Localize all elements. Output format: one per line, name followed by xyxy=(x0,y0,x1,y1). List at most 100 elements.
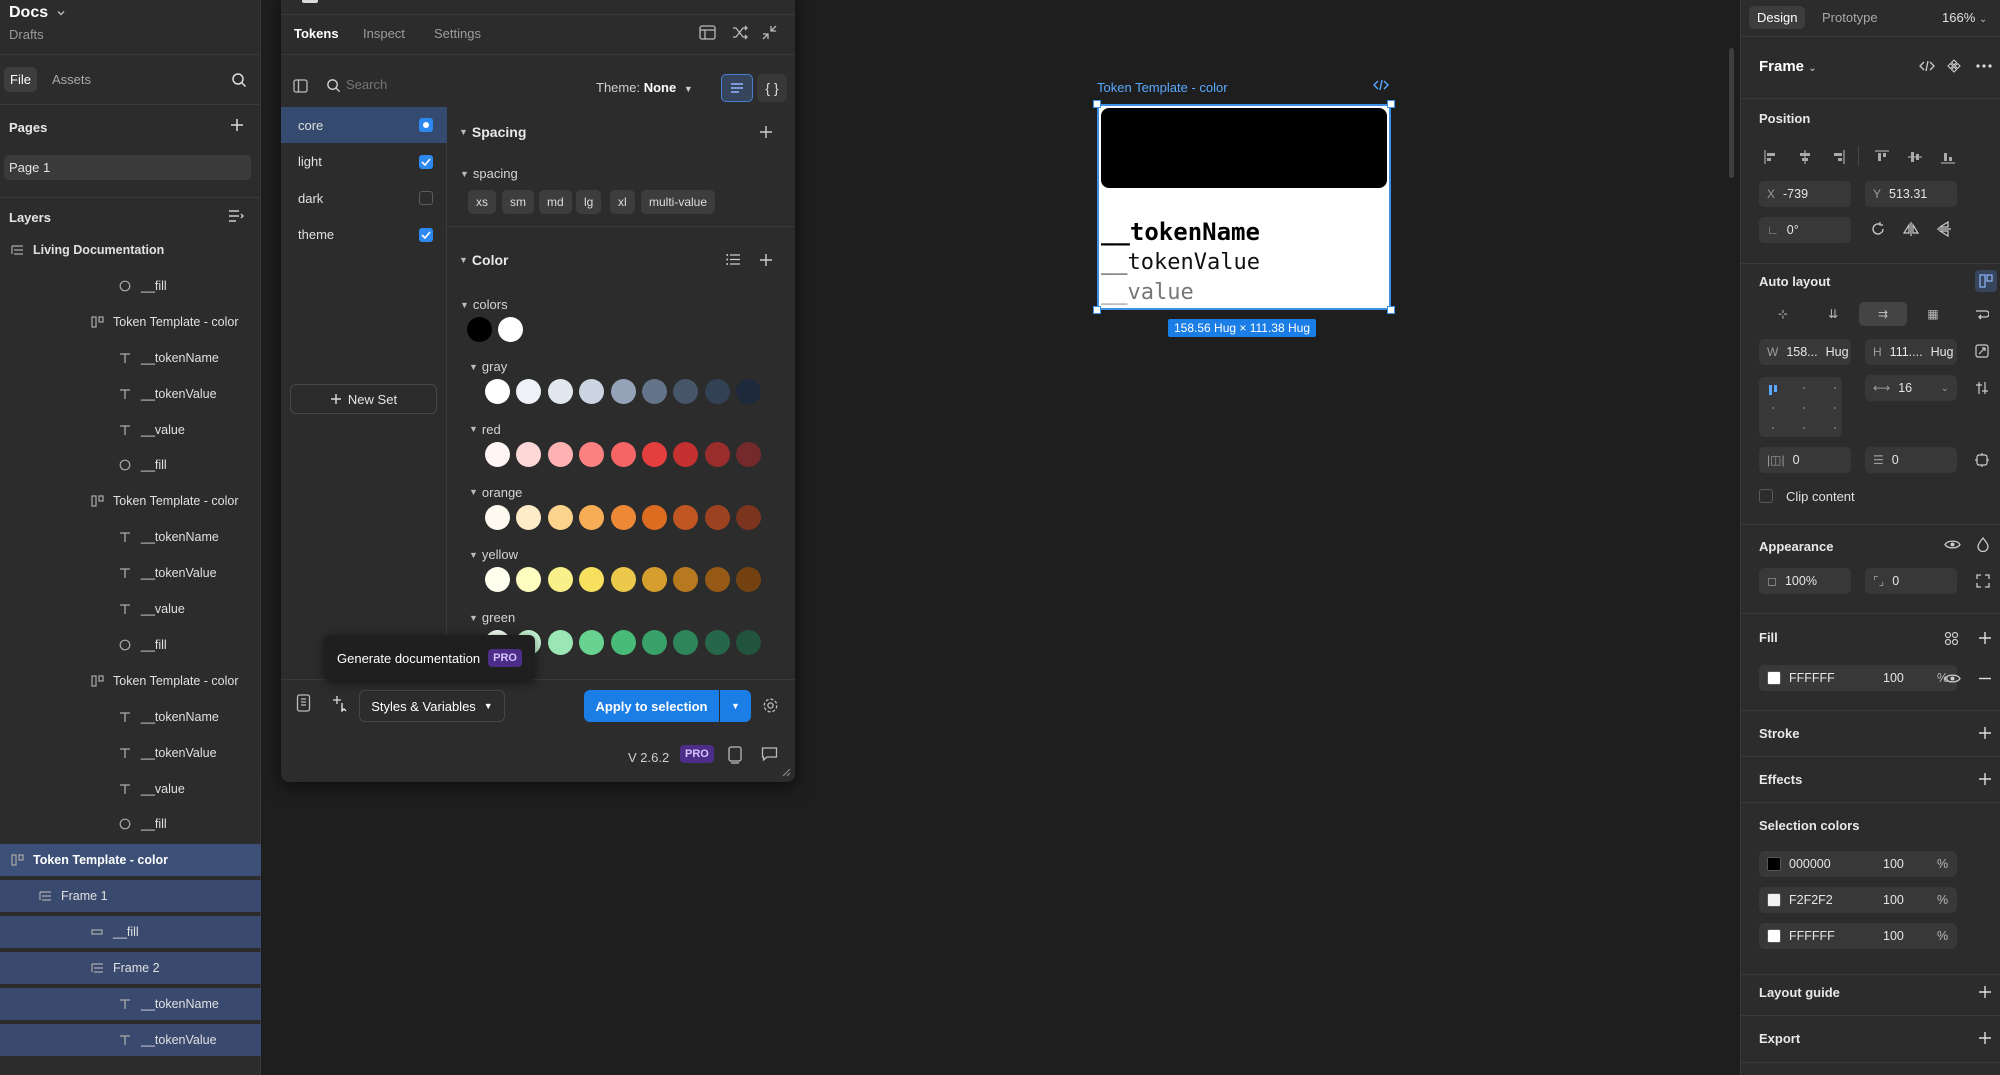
color-token-swatch[interactable] xyxy=(736,379,762,404)
code-icon[interactable] xyxy=(1373,79,1389,91)
token-search-input[interactable] xyxy=(346,77,496,92)
color-token-swatch[interactable] xyxy=(516,441,542,467)
styles-grid-icon[interactable] xyxy=(1944,631,1959,646)
layout-horizontal-icon[interactable]: ⇉ xyxy=(1859,302,1907,326)
tab-tokens[interactable]: Tokens xyxy=(294,26,339,41)
layer-item[interactable]: __tokenValue xyxy=(0,557,261,589)
generate-docs-icon[interactable] xyxy=(330,694,348,712)
color-token-swatch[interactable] xyxy=(610,441,636,467)
frame-canvas-label[interactable]: Token Template - color xyxy=(1097,80,1228,95)
set-checkbox[interactable] xyxy=(419,118,433,132)
gap-field[interactable]: ⟷ 16 ⌄ xyxy=(1865,375,1957,401)
more-icon[interactable] xyxy=(1976,64,1992,68)
color-token-swatch[interactable] xyxy=(736,567,762,593)
layer-item[interactable]: Living Documentation xyxy=(0,234,261,266)
search-icon[interactable] xyxy=(231,72,247,88)
set-checkbox[interactable] xyxy=(419,227,433,242)
independent-corners-icon[interactable] xyxy=(1976,574,1990,588)
color-token-swatch[interactable] xyxy=(547,441,573,467)
color-token-swatch[interactable] xyxy=(704,567,730,593)
vertical-padding-field[interactable]: ☰ 0 xyxy=(1865,447,1957,473)
selection-color-row[interactable]: 000000 100% xyxy=(1759,851,1957,877)
color-token-swatch[interactable] xyxy=(467,317,492,342)
page-item-page-1[interactable]: Page 1 xyxy=(4,155,251,180)
layer-item[interactable]: __tokenValue xyxy=(0,737,261,769)
token-set-light[interactable]: light xyxy=(281,144,447,180)
color-swatch[interactable] xyxy=(1767,857,1781,871)
resize-handle-top-right[interactable] xyxy=(1387,100,1395,108)
color-group-colors[interactable]: ▼ colors xyxy=(460,297,508,312)
color-token-swatch[interactable] xyxy=(704,379,730,404)
x-field[interactable]: X -739 xyxy=(1759,181,1851,207)
color-token-swatch[interactable] xyxy=(610,567,636,593)
color-group-green[interactable]: ▼ green xyxy=(469,610,515,625)
set-checkbox[interactable] xyxy=(419,154,433,169)
color-swatch[interactable] xyxy=(1767,929,1781,943)
json-view-button[interactable]: { } xyxy=(757,74,787,102)
spacing-token-md[interactable]: md xyxy=(539,190,572,214)
color-token-swatch[interactable] xyxy=(516,567,542,593)
color-token-swatch[interactable] xyxy=(704,441,730,467)
tab-file[interactable]: File xyxy=(4,67,37,92)
remove-fill-icon[interactable] xyxy=(1978,677,1992,680)
color-token-swatch[interactable] xyxy=(579,504,605,530)
color-token-swatch[interactable] xyxy=(547,630,573,656)
add-token-icon[interactable] xyxy=(759,125,773,139)
color-token-swatch[interactable] xyxy=(736,630,762,656)
color-token-swatch[interactable] xyxy=(736,441,762,467)
file-title[interactable]: Docs xyxy=(9,4,66,22)
color-token-swatch[interactable] xyxy=(516,504,542,530)
auto-layout-toggle-icon[interactable] xyxy=(1975,270,1997,292)
layer-item[interactable]: Frame 1 xyxy=(0,880,261,913)
add-layout-guide-icon[interactable] xyxy=(1978,985,1992,999)
layer-item[interactable]: Token Template - color xyxy=(0,306,261,338)
color-token-swatch[interactable] xyxy=(516,379,542,404)
layer-item[interactable]: __fill xyxy=(0,449,261,481)
opacity-field[interactable]: ◻ 100% xyxy=(1759,568,1851,594)
add-page-icon[interactable] xyxy=(230,118,244,132)
selection-color-row[interactable]: F2F2F2 100% xyxy=(1759,887,1957,913)
flip-horizontal-icon[interactable] xyxy=(1903,221,1919,237)
height-field[interactable]: H 111.... Hug xyxy=(1865,339,1957,365)
color-token-swatch[interactable] xyxy=(547,567,573,593)
component-icon[interactable] xyxy=(1947,59,1961,73)
color-token-swatch[interactable] xyxy=(610,379,636,404)
token-set-core[interactable]: core xyxy=(281,107,447,143)
layer-item[interactable]: Token Template - color xyxy=(0,844,261,877)
layer-item[interactable]: __fill xyxy=(0,916,261,949)
tab-prototype[interactable]: Prototype xyxy=(1822,10,1878,25)
color-token-swatch[interactable] xyxy=(547,504,573,530)
color-token-swatch[interactable] xyxy=(673,567,699,593)
eye-icon[interactable] xyxy=(1944,672,1961,685)
align-center-v-icon[interactable] xyxy=(1907,149,1923,165)
color-hex[interactable]: F2F2F2 xyxy=(1789,893,1833,907)
tablet-icon[interactable] xyxy=(728,746,742,764)
selection-color-row[interactable]: FFFFFF 100% xyxy=(1759,923,1957,949)
blend-mode-icon[interactable] xyxy=(1977,537,1989,552)
rotate-icon[interactable] xyxy=(1870,221,1886,237)
color-token-swatch[interactable] xyxy=(579,630,605,656)
new-set-button[interactable]: New Set xyxy=(290,384,437,414)
color-group-orange[interactable]: ▼ orange xyxy=(469,485,522,500)
advanced-layout-icon[interactable] xyxy=(1975,381,1989,395)
layer-item[interactable]: __fill xyxy=(0,629,261,661)
color-opacity[interactable]: 100 xyxy=(1883,857,1904,871)
zoom-level[interactable]: 166% ⌄ xyxy=(1942,10,1987,25)
individual-padding-icon[interactable] xyxy=(1975,453,1989,467)
layer-item[interactable]: Frame 2 xyxy=(0,952,261,984)
token-template-frame[interactable]: __tokenName __tokenValue __value xyxy=(1097,104,1391,310)
layout-vertical-icon[interactable]: ⇊ xyxy=(1809,302,1857,326)
align-bottom-icon[interactable] xyxy=(1940,149,1956,165)
color-token-swatch[interactable] xyxy=(736,504,762,530)
tab-design[interactable]: Design xyxy=(1749,6,1806,29)
layer-item[interactable]: __tokenName xyxy=(0,521,261,553)
color-opacity[interactable]: 100 xyxy=(1883,929,1904,943)
color-token-swatch[interactable] xyxy=(642,567,667,593)
align-center-h-icon[interactable] xyxy=(1797,149,1813,165)
layer-item[interactable]: __fill xyxy=(0,808,261,840)
fill-opacity[interactable]: 100 xyxy=(1883,671,1904,685)
resize-handle-bottom-left[interactable] xyxy=(1093,306,1101,314)
minimize-icon[interactable] xyxy=(762,25,777,40)
color-opacity[interactable]: 100 xyxy=(1883,893,1904,907)
color-token-swatch[interactable] xyxy=(642,504,667,530)
